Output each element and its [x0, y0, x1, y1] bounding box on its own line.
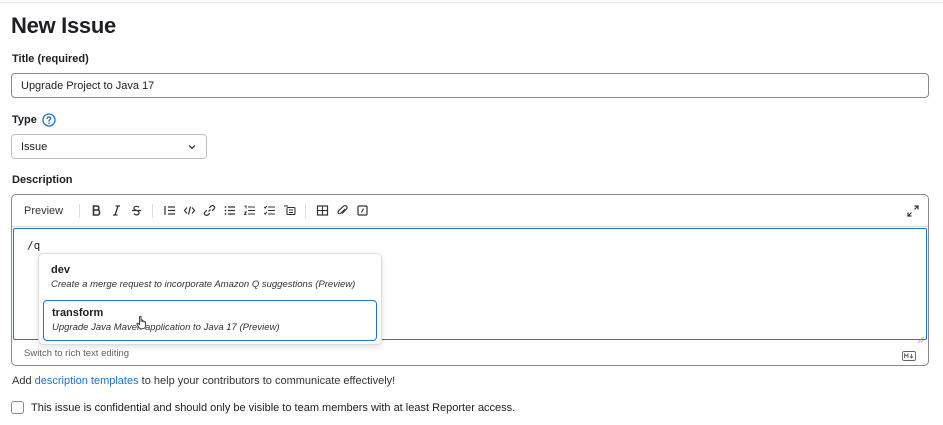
hand-cursor-icon	[136, 315, 148, 330]
autocomplete-item-name: transform	[52, 307, 104, 319]
page-title: New Issue	[11, 13, 116, 38]
autocomplete-item-dev[interactable]: dev Create a merge request to incorporat…	[43, 258, 377, 299]
type-select[interactable]: Issue	[11, 134, 207, 159]
collapsible-icon[interactable]	[279, 201, 299, 221]
help-prefix: Add	[12, 375, 32, 387]
description-text: /q	[27, 239, 41, 252]
confidential-checkbox[interactable]	[11, 401, 24, 414]
chevron-down-icon	[187, 142, 197, 152]
autocomplete-item-description: Upgrade Java Maven application to Java 1…	[52, 322, 280, 333]
markdown-icon	[902, 348, 916, 361]
resize-handle-icon[interactable]	[917, 330, 924, 343]
help-suffix: to help your contributors to communicate…	[141, 375, 396, 387]
toolbar-separator	[79, 203, 81, 218]
italic-icon[interactable]	[106, 201, 126, 221]
type-label: Type	[12, 114, 37, 126]
paperclip-icon[interactable]	[332, 201, 352, 221]
title-input[interactable]	[11, 73, 929, 98]
autocomplete-item-name: dev	[51, 264, 70, 276]
editor-toolbar: Preview	[12, 195, 928, 227]
switch-rich-text-link[interactable]: Switch to rich text editing	[24, 348, 129, 359]
strikethrough-icon[interactable]	[126, 201, 146, 221]
quote-icon[interactable]	[159, 201, 179, 221]
description-help-text: Add description templates to help your c…	[12, 375, 395, 387]
bold-icon[interactable]	[86, 201, 106, 221]
title-label: Title (required)	[12, 53, 89, 65]
autocomplete-item-transform[interactable]: transform Upgrade Java Maven application…	[43, 300, 377, 341]
expand-icon[interactable]	[906, 204, 920, 218]
bullet-list-icon[interactable]	[219, 201, 239, 221]
numbered-list-icon[interactable]	[239, 201, 259, 221]
top-divider	[0, 2, 943, 3]
type-select-value: Issue	[21, 140, 48, 153]
help-icon[interactable]	[42, 113, 56, 127]
description-templates-link[interactable]: description templates	[35, 375, 139, 387]
toolbar-separator	[152, 203, 154, 218]
link-icon[interactable]	[199, 201, 219, 221]
code-icon[interactable]	[179, 201, 199, 221]
toolbar-separator	[305, 203, 307, 218]
task-list-icon[interactable]	[259, 201, 279, 221]
type-label-row: Type	[12, 113, 56, 127]
confidential-row: This issue is confidential and should on…	[11, 401, 515, 414]
confidential-label[interactable]: This issue is confidential and should on…	[31, 402, 515, 414]
preview-tab[interactable]: Preview	[24, 205, 63, 217]
description-label: Description	[12, 174, 73, 186]
table-icon[interactable]	[312, 201, 332, 221]
comment-icon[interactable]	[352, 201, 372, 221]
autocomplete-dropdown: dev Create a merge request to incorporat…	[38, 253, 382, 345]
autocomplete-item-description: Create a merge request to incorporate Am…	[51, 279, 356, 290]
